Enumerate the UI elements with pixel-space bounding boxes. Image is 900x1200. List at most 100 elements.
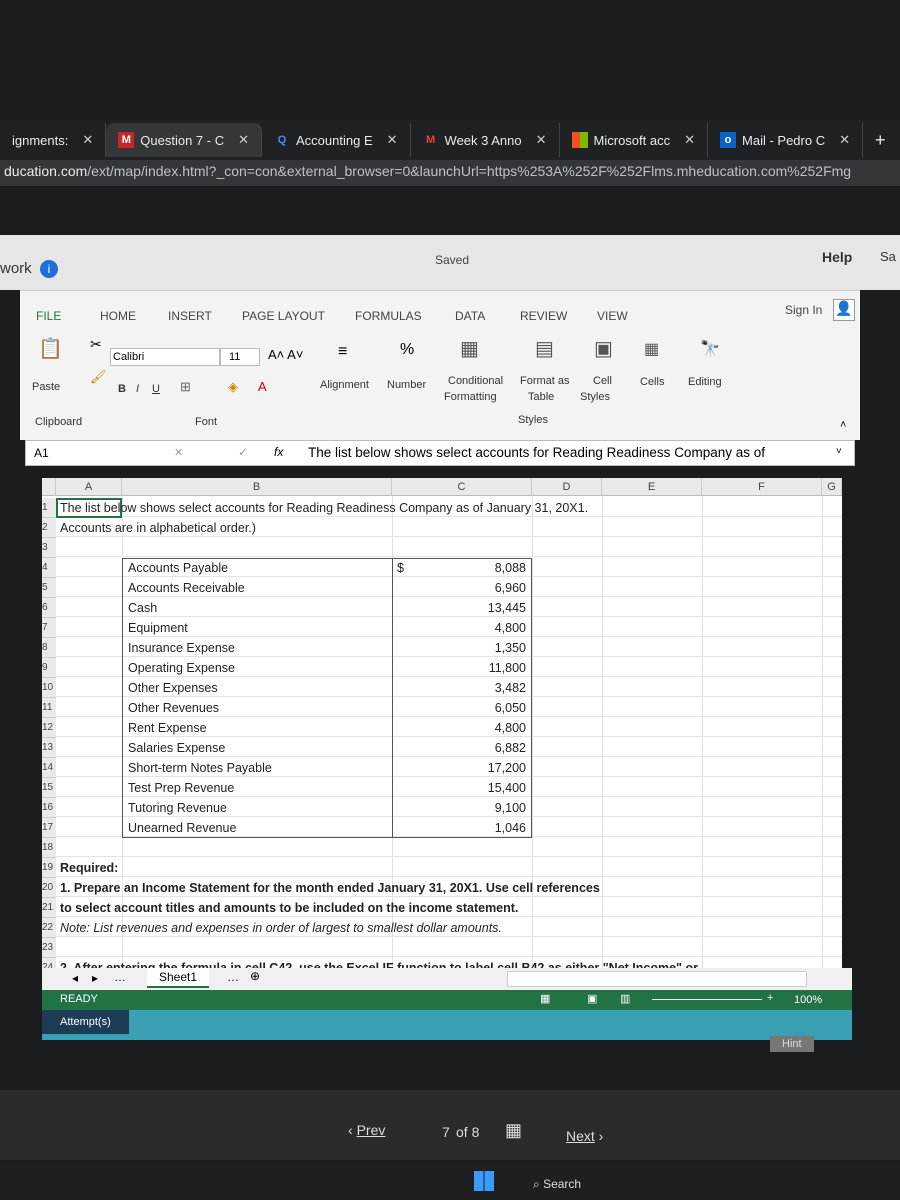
- select-all[interactable]: [42, 478, 56, 496]
- row-header[interactable]: 1: [42, 498, 56, 518]
- page-layout-view-icon[interactable]: ▣: [587, 992, 597, 1005]
- row-header[interactable]: 22: [42, 918, 56, 938]
- account-name[interactable]: Tutoring Revenue: [128, 798, 227, 818]
- column-header[interactable]: E: [602, 478, 702, 496]
- row-header[interactable]: 4: [42, 558, 56, 578]
- row-header[interactable]: 14: [42, 758, 56, 778]
- cell-a19[interactable]: Required:: [60, 858, 118, 878]
- account-amount[interactable]: 4,800: [402, 718, 526, 738]
- row-header[interactable]: 19: [42, 858, 56, 878]
- more-sheets-icon[interactable]: …: [114, 970, 126, 984]
- tab-formulas[interactable]: FORMULAS: [355, 309, 422, 323]
- page-break-view-icon[interactable]: ▥: [620, 992, 630, 1005]
- account-name[interactable]: Rent Expense: [128, 718, 207, 738]
- bold-button[interactable]: B: [118, 383, 126, 395]
- row-header[interactable]: 5: [42, 578, 56, 598]
- browser-tab[interactable]: ignments: ✕: [0, 123, 107, 157]
- number-button[interactable]: Number: [387, 379, 426, 391]
- next-sheet-icon[interactable]: ▸: [92, 971, 98, 985]
- browser-tab[interactable]: Q Accounting E ✕: [262, 123, 411, 157]
- row-header[interactable]: 10: [42, 678, 56, 698]
- browser-tab[interactable]: M Question 7 - C ✕: [106, 123, 263, 157]
- row-header[interactable]: 18: [42, 838, 56, 858]
- account-amount[interactable]: 3,482: [402, 678, 526, 698]
- tab-view[interactable]: VIEW: [597, 309, 628, 323]
- more-sheets-icon[interactable]: …: [227, 970, 239, 984]
- account-name[interactable]: Unearned Revenue: [128, 818, 236, 838]
- account-name[interactable]: Accounts Receivable: [128, 578, 245, 598]
- account-name[interactable]: Short-term Notes Payable: [128, 758, 272, 778]
- tab-insert[interactable]: INSERT: [168, 309, 212, 323]
- column-header[interactable]: G: [822, 478, 842, 496]
- account-amount[interactable]: 6,050: [402, 698, 526, 718]
- editing-button[interactable]: Editing: [688, 376, 722, 388]
- column-header[interactable]: D: [532, 478, 602, 496]
- zoom-slider[interactable]: [652, 999, 762, 1000]
- binoculars-icon[interactable]: 🔭: [700, 339, 720, 359]
- account-name[interactable]: Cash: [128, 598, 157, 618]
- cut-icon[interactable]: ✂: [90, 336, 102, 353]
- row-header[interactable]: 9: [42, 658, 56, 678]
- account-name[interactable]: Other Revenues: [128, 698, 219, 718]
- account-amount[interactable]: 1,350: [402, 638, 526, 658]
- font-size-select[interactable]: 11: [220, 348, 260, 366]
- account-amount[interactable]: 8,088: [402, 558, 526, 578]
- save-link[interactable]: Sa: [880, 249, 896, 264]
- collapse-ribbon-icon[interactable]: ˄: [840, 419, 846, 431]
- format-as-table-button[interactable]: Format as: [520, 375, 570, 387]
- row-header[interactable]: 3: [42, 538, 56, 558]
- account-amount[interactable]: 6,882: [402, 738, 526, 758]
- underline-button[interactable]: U: [152, 383, 160, 395]
- cell-a2[interactable]: Accounts are in alphabetical order.): [60, 518, 256, 538]
- expand-formula-icon[interactable]: ˅: [836, 446, 842, 457]
- browser-tab[interactable]: o Mail - Pedro C ✕: [708, 123, 863, 157]
- account-amount[interactable]: 1,046: [402, 818, 526, 838]
- cells-button[interactable]: Cells: [640, 376, 664, 388]
- paste-icon[interactable]: 📋: [38, 336, 63, 361]
- new-tab-button[interactable]: +: [863, 123, 898, 157]
- row-header[interactable]: 16: [42, 798, 56, 818]
- row-header[interactable]: 20: [42, 878, 56, 898]
- account-amount[interactable]: 13,445: [402, 598, 526, 618]
- row-header[interactable]: 6: [42, 598, 56, 618]
- address-bar[interactable]: ducation.com/ext/map/index.html?_con=con…: [0, 160, 900, 186]
- name-box[interactable]: A1: [34, 446, 49, 460]
- cell-a20[interactable]: 1. Prepare an Income Statement for the m…: [60, 878, 600, 898]
- add-sheet-icon[interactable]: ⊕: [250, 969, 260, 983]
- windows-start-icon[interactable]: [474, 1171, 494, 1191]
- row-header[interactable]: 2: [42, 518, 56, 538]
- account-amount[interactable]: 6,960: [402, 578, 526, 598]
- row-header[interactable]: 11: [42, 698, 56, 718]
- row-header[interactable]: 13: [42, 738, 56, 758]
- close-icon[interactable]: ✕: [238, 132, 249, 148]
- account-amount[interactable]: 15,400: [402, 778, 526, 798]
- account-name[interactable]: Equipment: [128, 618, 188, 638]
- zoom-in-icon[interactable]: +: [767, 992, 773, 1004]
- column-header[interactable]: B: [122, 478, 392, 496]
- grow-font-icon[interactable]: A˄ A˅: [268, 347, 303, 362]
- user-avatar-icon[interactable]: 👤: [833, 299, 855, 321]
- font-color-icon[interactable]: A: [258, 379, 267, 394]
- fill-color-icon[interactable]: ◈: [228, 379, 238, 395]
- account-name[interactable]: Salaries Expense: [128, 738, 225, 758]
- row-header[interactable]: 12: [42, 718, 56, 738]
- format-painter-icon[interactable]: 🖌: [90, 369, 107, 385]
- account-name[interactable]: Test Prep Revenue: [128, 778, 234, 798]
- cell-styles-button[interactable]: Cell: [593, 375, 612, 387]
- conditional-formatting-button[interactable]: Conditional: [448, 375, 503, 387]
- info-icon[interactable]: i: [40, 260, 58, 278]
- column-header[interactable]: A: [56, 478, 122, 496]
- account-name[interactable]: Other Expenses: [128, 678, 218, 698]
- account-amount[interactable]: 17,200: [402, 758, 526, 778]
- row-header[interactable]: 8: [42, 638, 56, 658]
- cancel-icon[interactable]: ✕: [174, 446, 183, 459]
- row-header[interactable]: 21: [42, 898, 56, 918]
- column-header[interactable]: C: [392, 478, 532, 496]
- account-amount[interactable]: 11,800: [402, 658, 526, 678]
- prev-button[interactable]: ‹ Prev: [348, 1122, 385, 1138]
- cell-a1[interactable]: The list below shows select accounts for…: [60, 498, 588, 518]
- normal-view-icon[interactable]: ▦: [540, 992, 550, 1005]
- column-header[interactable]: F: [702, 478, 822, 496]
- close-icon[interactable]: ✕: [839, 132, 850, 148]
- prev-sheet-icon[interactable]: ◂: [72, 971, 78, 985]
